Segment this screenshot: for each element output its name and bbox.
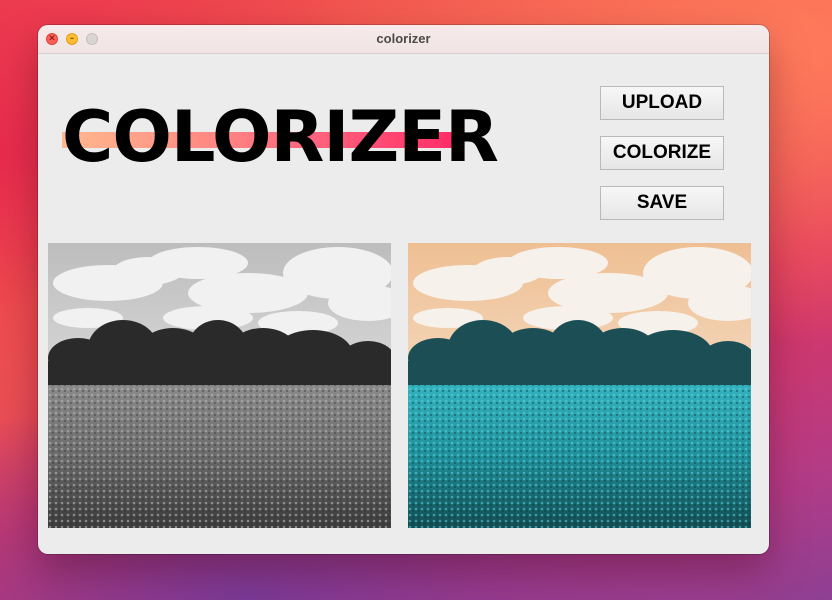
title-bar[interactable]: ✕ – colorizer bbox=[38, 25, 769, 54]
app-logo: COLORIZER bbox=[62, 102, 499, 174]
colorized-image bbox=[408, 243, 751, 528]
original-image bbox=[48, 243, 391, 528]
colorize-button[interactable]: COLORIZE bbox=[600, 136, 724, 170]
colorized-landscape-image bbox=[408, 243, 751, 528]
app-window: ✕ – colorizer COLORIZER UPLOAD COLORIZE … bbox=[38, 25, 769, 554]
logo-text: COLORIZER bbox=[62, 96, 499, 178]
upload-button[interactable]: UPLOAD bbox=[600, 86, 724, 120]
window-title: colorizer bbox=[376, 31, 431, 46]
save-button[interactable]: SAVE bbox=[600, 186, 724, 220]
grayscale-landscape-image bbox=[48, 243, 391, 528]
